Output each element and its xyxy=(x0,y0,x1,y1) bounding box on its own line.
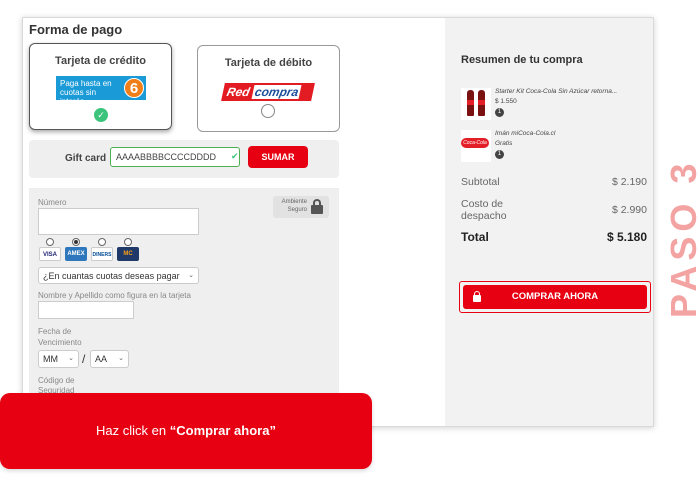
cuotas-number: 6 xyxy=(124,78,144,98)
amex-icon: AMEX xyxy=(65,247,87,261)
debit-radio[interactable] xyxy=(261,104,275,118)
buy-button-highlight: COMPRAR AHORA xyxy=(459,281,651,313)
radio-mastercard[interactable] xyxy=(124,238,132,246)
name-label: Nombre y Apellido como figura en la tarj… xyxy=(38,291,191,300)
comprar-ahora-button[interactable]: COMPRAR AHORA xyxy=(463,285,647,309)
magnet-image: Coca-Cola xyxy=(461,138,489,148)
lock-icon xyxy=(311,199,323,214)
gift-card-row: Gift card AAAABBBBCCCCDDDD ✔ SUMAR xyxy=(29,140,339,178)
month-value: MM xyxy=(43,354,58,364)
radio-visa[interactable] xyxy=(46,238,54,246)
gift-card-label: Gift card xyxy=(65,153,107,164)
credit-card-option[interactable]: Tarjeta de crédito Paga hasta en cuotas … xyxy=(29,43,172,130)
total-row: Total $ 5.180 xyxy=(461,230,647,244)
redcompra-logo: Red compra xyxy=(221,83,315,101)
mastercard-icon: MC xyxy=(117,247,139,261)
shipping-value: $ 2.990 xyxy=(611,204,647,216)
product-qty: 1 xyxy=(495,108,504,117)
product-qty: 1 xyxy=(495,150,504,159)
date-separator: / xyxy=(82,352,86,366)
radio-diners[interactable] xyxy=(98,238,106,246)
subtotal-value: $ 2.190 xyxy=(611,176,647,188)
product-image xyxy=(461,88,491,120)
payment-column: Forma de pago Tarjeta de crédito Paga ha… xyxy=(23,18,445,426)
selected-check-icon: ✓ xyxy=(94,108,108,122)
product-item: Coca-Cola Imán miCoca-Cola.cl Gratis 1 xyxy=(461,130,651,162)
card-number-input[interactable] xyxy=(38,208,199,235)
cuotas-promo-text: Paga hasta en cuotas sin interés xyxy=(60,79,112,106)
year-value: AA xyxy=(95,354,108,364)
diners-icon: DINERS xyxy=(91,247,113,261)
lock-icon xyxy=(473,291,481,302)
chevron-down-icon: ⌄ xyxy=(68,355,74,362)
secure-environment-badge: Ambiente Seguro xyxy=(273,196,329,218)
debit-card-option[interactable]: Tarjeta de débito Red compra xyxy=(197,45,340,132)
ambiente-text: Ambiente Seguro xyxy=(281,199,307,213)
checkout-window: Forma de pago Tarjeta de crédito Paga ha… xyxy=(22,17,654,427)
cuotas-select-value: ¿En cuantas cuotas deseas pagar xyxy=(43,271,180,281)
subtotal-row: Subtotal $ 2.190 xyxy=(461,176,647,188)
cuotas-promo-badge: Paga hasta en cuotas sin interés 6 xyxy=(56,76,146,106)
vencimiento-label: Fecha de Vencimiento xyxy=(38,327,82,347)
gift-card-input[interactable]: AAAABBBBCCCCDDDD xyxy=(110,147,240,167)
product-name: Starter Kit Coca-Cola Sin Azúcar retorna… xyxy=(495,88,618,95)
product-price: $ 1.550 xyxy=(495,98,517,105)
month-select[interactable]: MM ⌄ xyxy=(38,350,79,368)
callout-emphasis: “Comprar ahora” xyxy=(169,423,276,438)
callout-prefix: Haz click en xyxy=(96,423,170,438)
year-select[interactable]: AA ⌄ xyxy=(90,350,129,368)
radio-amex[interactable] xyxy=(72,238,80,246)
cuotas-select[interactable]: ¿En cuantas cuotas deseas pagar ⌄ xyxy=(38,267,199,284)
card-form: Número Ambiente Seguro VISA AMEX DINERS … xyxy=(29,188,339,426)
comprar-ahora-label: COMPRAR AHORA xyxy=(511,291,599,302)
product-price: Gratis xyxy=(495,140,513,147)
numero-label: Número xyxy=(38,198,67,207)
instruction-callout: Haz click en “Comprar ahora” xyxy=(0,393,372,469)
product-item: Starter Kit Coca-Cola Sin Azúcar retorna… xyxy=(461,88,651,122)
chevron-down-icon: ⌄ xyxy=(188,272,194,279)
product-name: Imán miCoca-Cola.cl xyxy=(495,130,556,137)
shipping-label: Costo de despacho xyxy=(461,198,507,222)
sumar-button[interactable]: SUMAR xyxy=(248,146,308,168)
payment-title: Forma de pago xyxy=(29,22,123,37)
total-label: Total xyxy=(461,230,489,244)
debit-card-label: Tarjeta de débito xyxy=(224,57,313,69)
visa-icon: VISA xyxy=(39,247,61,261)
cardholder-name-input[interactable] xyxy=(38,301,134,319)
summary-title: Resumen de tu compra xyxy=(461,54,583,66)
valid-check-icon: ✔ xyxy=(231,151,239,161)
shipping-row: Costo de despacho $ 2.990 xyxy=(461,198,647,222)
chevron-down-icon: ⌄ xyxy=(118,355,124,362)
subtotal-label: Subtotal xyxy=(461,176,500,188)
step-label: PASO 3 xyxy=(663,158,700,318)
credit-card-label: Tarjeta de crédito xyxy=(55,55,146,67)
product-image: Coca-Cola xyxy=(461,130,491,162)
total-value: $ 5.180 xyxy=(606,230,647,244)
order-summary: Resumen de tu compra Starter Kit Coca-Co… xyxy=(445,18,653,426)
